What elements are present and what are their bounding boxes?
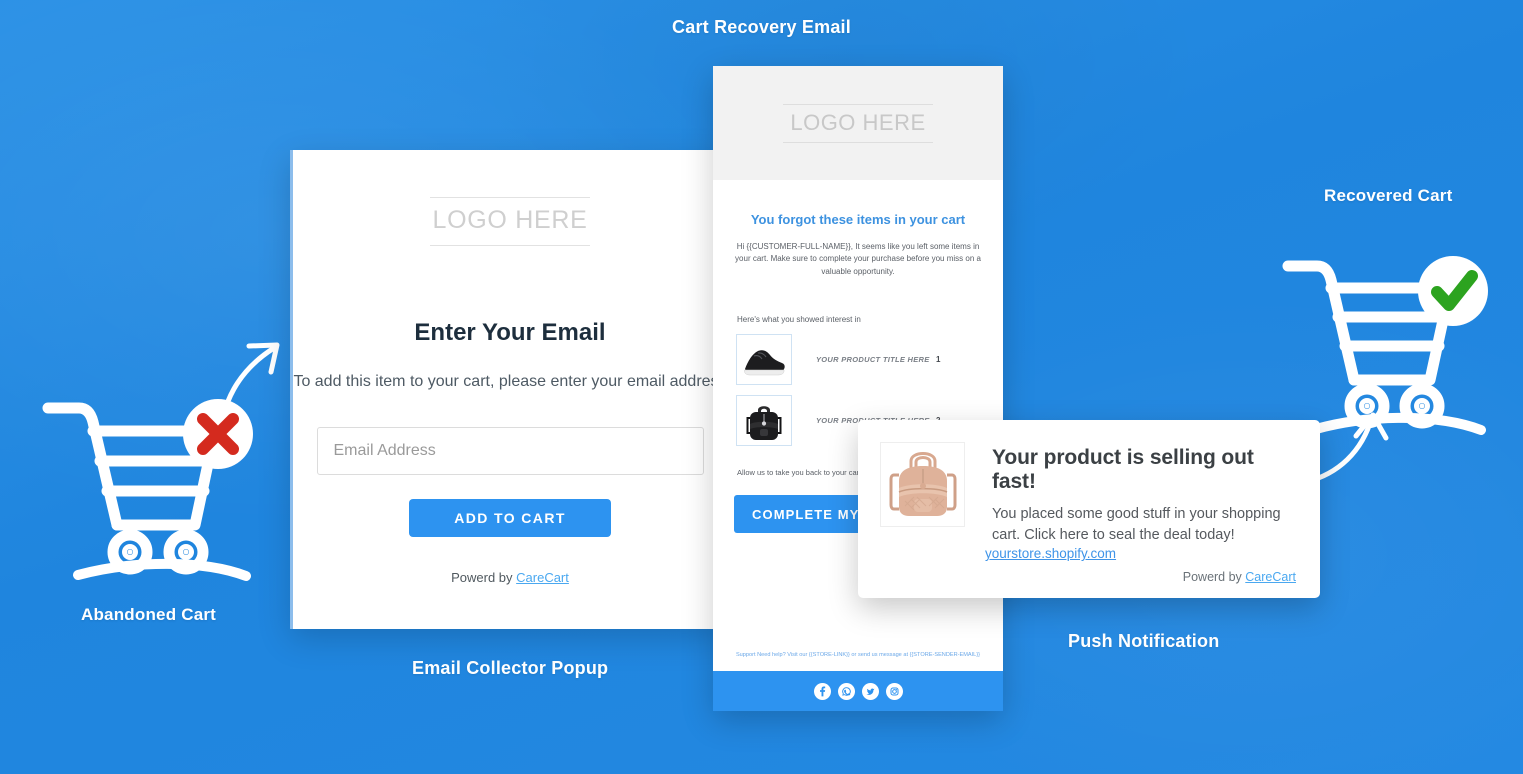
carecart-link[interactable]: CareCart: [1245, 570, 1296, 584]
popup-powered-by: Powerd by CareCart: [293, 570, 727, 585]
label-cart-recovery-email: Cart Recovery Email: [672, 17, 851, 37]
abandoned-cart-illustration: [34, 298, 300, 598]
push-notification-card[interactable]: Your product is selling out fast! You pl…: [858, 420, 1320, 598]
label-abandoned-cart: Abandoned Cart: [81, 605, 217, 624]
instagram-icon[interactable]: [885, 682, 903, 700]
push-powered-by: Powerd by CareCart: [1183, 570, 1296, 584]
email-heading: You forgot these items in your cart: [750, 212, 966, 227]
black-backpack-icon: [736, 395, 792, 447]
label-email-collector-popup: Email Collector Popup: [412, 658, 609, 678]
popup-subtitle: To add this item to your cart, please en…: [293, 373, 727, 390]
popup-logo-placeholder: LOGO HERE: [430, 197, 590, 246]
table-row: YOUR PRODUCT TITLE HERE 1: [736, 334, 1003, 386]
email-support-text: Support Need help? Visit our {{STORE-LIN…: [735, 652, 981, 659]
red-cross-badge-icon: [183, 399, 253, 469]
facebook-icon[interactable]: [813, 682, 831, 700]
push-powered-prefix: Powerd by: [1182, 570, 1246, 584]
push-notification-content: Your product is selling out fast! You pl…: [880, 442, 1296, 545]
product-title: YOUR PRODUCT TITLE HERE: [816, 355, 930, 365]
twitter-icon[interactable]: [861, 682, 879, 700]
email-logo-placeholder: LOGO HERE: [783, 103, 933, 143]
pink-backpack-icon: [880, 442, 965, 527]
push-title: Your product is selling out fast!: [992, 446, 1254, 493]
popup-title: Enter Your Email: [414, 319, 606, 346]
carecart-link[interactable]: CareCart: [516, 570, 569, 585]
email-section-label: Here's what you showed interest in: [737, 315, 861, 325]
email-logo-text: LOGO HERE: [790, 109, 926, 135]
email-social-bar: [713, 671, 1003, 711]
label-recovered-cart: Recovered Cart: [1324, 186, 1453, 205]
illustration-stage: Cart Recovery Email Recovered Cart Aband…: [0, 0, 1523, 774]
push-store-url[interactable]: yourstore.shopify.com: [985, 546, 1116, 561]
black-sneaker-icon: [736, 334, 792, 386]
label-push-notification: Push Notification: [1068, 631, 1220, 651]
cart-recovery-email-card: LOGO HERE You forgot these items in your…: [713, 66, 1003, 711]
popup-logo-text: LOGO HERE: [432, 206, 588, 234]
product-quantity: 1: [936, 355, 941, 365]
green-check-badge-icon: [1418, 256, 1488, 326]
email-body-text: Hi {{CUSTOMER-FULL-NAME}}, It seems like…: [735, 242, 981, 276]
whatsapp-icon[interactable]: [837, 682, 855, 700]
popup-powered-prefix: Powerd by: [451, 570, 517, 585]
push-body: You placed some good stuff in your shopp…: [992, 506, 1281, 543]
push-text-block: Your product is selling out fast! You pl…: [992, 442, 1296, 545]
email-header: LOGO HERE: [713, 66, 1003, 180]
add-to-cart-button[interactable]: ADD TO CART: [409, 499, 611, 537]
email-input[interactable]: Email Address: [316, 427, 704, 475]
email-collector-popup: LOGO HERE Enter Your Email To add this i…: [290, 150, 727, 629]
